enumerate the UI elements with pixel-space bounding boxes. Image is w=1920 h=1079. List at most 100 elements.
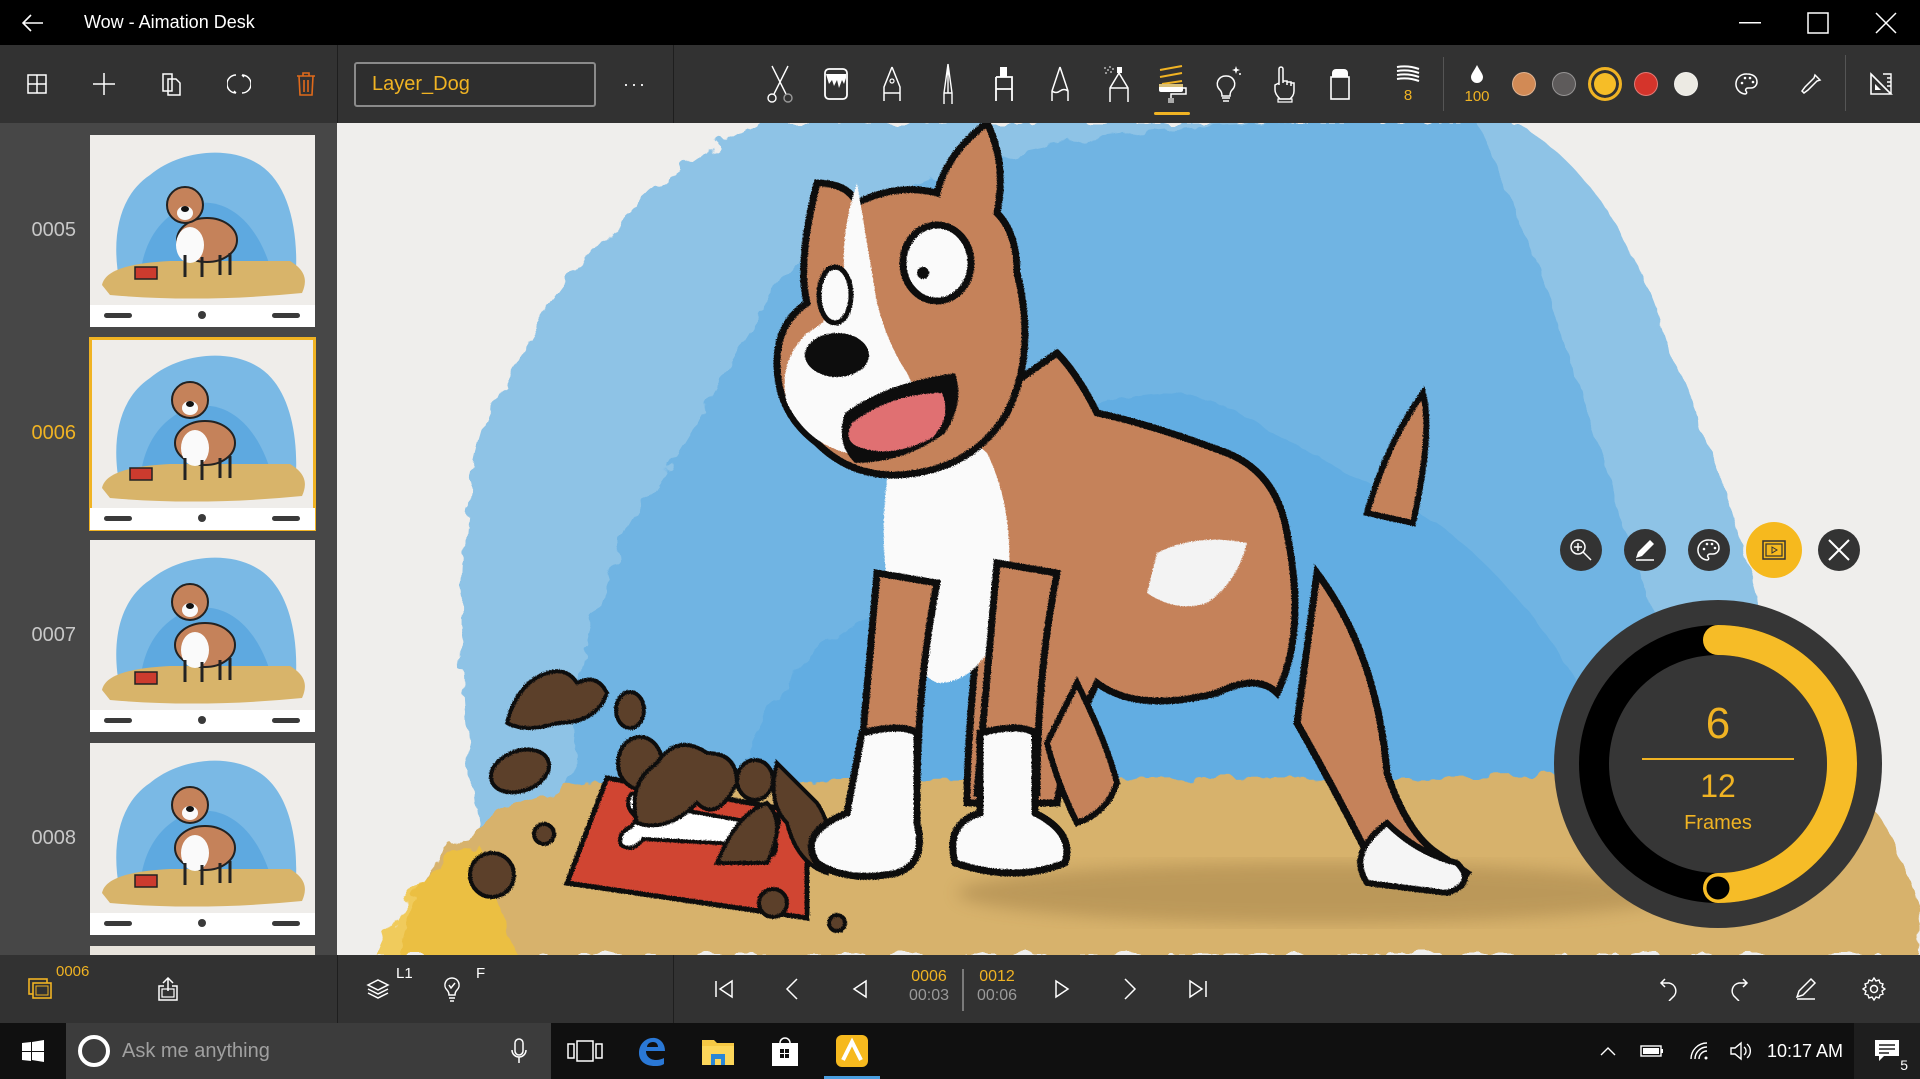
frame-number: 0007 [31, 624, 77, 646]
maximize-icon [1807, 11, 1829, 34]
redo-button[interactable] [1720, 955, 1756, 1023]
brush-size-value: 8 [1403, 86, 1413, 104]
store-button[interactable] [753, 1023, 817, 1079]
play-reverse-button[interactable] [842, 955, 878, 1023]
tool-paint-bucket[interactable] [808, 45, 864, 123]
close-icon [1875, 11, 1897, 34]
radial-pen-button[interactable] [1624, 529, 1666, 571]
frame-thumbnail[interactable] [90, 135, 315, 327]
layer-name-field[interactable]: Layer_Dog [354, 62, 596, 107]
frame-thumbnail[interactable] [89, 337, 316, 531]
frame-item[interactable]: 0006 [0, 337, 337, 531]
folder-icon [702, 1040, 734, 1065]
maximize-button[interactable] [1784, 0, 1852, 45]
ruler-button[interactable] [1853, 45, 1909, 123]
battery-indicator[interactable] [1632, 1023, 1672, 1079]
show-hidden-icons-button[interactable] [1592, 1023, 1624, 1079]
file-explorer-button[interactable] [686, 1023, 750, 1079]
eyedropper-button[interactable] [1783, 45, 1839, 123]
delete-frame-button[interactable] [276, 52, 337, 116]
add-frame-button[interactable] [73, 52, 134, 116]
more-options-button[interactable]: ··· [615, 62, 655, 107]
store-icon [772, 1037, 798, 1066]
last-frame-button[interactable] [1180, 955, 1216, 1023]
rotate-frame-button[interactable] [208, 52, 269, 116]
strip-dot [198, 716, 206, 724]
radial-palette-button[interactable] [1688, 529, 1730, 571]
color-swatch-gray[interactable] [1552, 72, 1576, 96]
strip-marker [272, 516, 300, 521]
frame-number: 0006 [31, 422, 77, 444]
frame-thumbnail-partial[interactable] [90, 946, 315, 955]
radial-zoom-button[interactable] [1560, 529, 1602, 571]
tool-pencil[interactable] [1032, 45, 1088, 123]
network-indicator[interactable] [1680, 1023, 1720, 1079]
brush-size-control[interactable]: 8 [1380, 45, 1436, 123]
strip-marker [272, 313, 300, 318]
tool-fine-pen[interactable] [920, 45, 976, 123]
strip-dot [198, 311, 206, 319]
layers-button[interactable] [360, 955, 396, 1023]
light-table-button[interactable] [434, 955, 470, 1023]
volume-indicator[interactable] [1722, 1023, 1762, 1079]
tool-marker[interactable] [976, 45, 1032, 123]
radial-frames-button[interactable] [1746, 522, 1802, 578]
previous-frame-button[interactable] [774, 955, 810, 1023]
start-button[interactable] [0, 1023, 66, 1079]
tool-eraser[interactable] [1312, 45, 1368, 123]
cortana-search[interactable]: Ask me anything [66, 1023, 551, 1079]
opacity-control[interactable]: 100 [1449, 45, 1505, 123]
frame-thumbnail[interactable] [90, 743, 315, 935]
close-button[interactable] [1852, 0, 1920, 45]
settings-button[interactable] [1856, 955, 1892, 1023]
frame-item[interactable]: 0005 [0, 135, 337, 327]
tool-ink-pen[interactable] [864, 45, 920, 123]
play-button[interactable] [1044, 955, 1080, 1023]
pen-icon [1636, 540, 1654, 561]
arrow-left-icon [22, 13, 43, 32]
notification-icon [1875, 1040, 1899, 1061]
next-frame-button[interactable] [1112, 955, 1148, 1023]
color-swatch-red[interactable] [1634, 72, 1658, 96]
tool-light-table[interactable] [1200, 45, 1256, 123]
minimize-button[interactable] [1716, 0, 1784, 45]
frame-item[interactable]: 0008 [0, 743, 337, 935]
color-swatch-orange[interactable] [1512, 72, 1536, 96]
current-frame-button[interactable] [20, 955, 60, 1023]
main-toolbar: Layer_Dog ··· 8 100 [0, 45, 1920, 123]
first-frame-button[interactable] [706, 955, 742, 1023]
eraser-icon [1330, 69, 1350, 100]
action-center-button[interactable]: 5 [1854, 1023, 1920, 1079]
export-button[interactable] [150, 955, 186, 1023]
frame-thumbnail[interactable] [90, 540, 315, 732]
color-swatch-white[interactable] [1674, 72, 1698, 96]
color-swatch-yellow[interactable] [1588, 67, 1622, 101]
tool-hand[interactable] [1256, 45, 1312, 123]
animation-desk-taskbar-button[interactable] [820, 1023, 884, 1079]
grid-view-button[interactable] [6, 52, 67, 116]
brush-size-icon [1396, 64, 1420, 82]
edge-browser-button[interactable] [619, 1023, 683, 1079]
toolbar-divider [673, 45, 674, 123]
radial-menu-buttons [1560, 522, 1882, 578]
palette-button[interactable] [1719, 45, 1775, 123]
task-view-icon [567, 1040, 603, 1062]
system-clock[interactable]: 10:17 AM [1762, 1023, 1848, 1079]
paint-bucket-icon [824, 68, 848, 100]
task-view-button[interactable] [553, 1023, 617, 1079]
duplicate-frame-button[interactable] [141, 52, 202, 116]
tool-airbrush[interactable] [1088, 45, 1144, 123]
undo-icon [1659, 978, 1677, 1001]
current-time: 00:03 [908, 987, 950, 1004]
undo-button[interactable] [1652, 955, 1688, 1023]
tool-scissors[interactable] [752, 45, 808, 123]
tool-paint-roller[interactable] [1144, 45, 1200, 123]
pen-settings-button[interactable] [1788, 955, 1824, 1023]
microphone-icon [511, 1038, 527, 1063]
radial-close-button[interactable] [1818, 529, 1860, 571]
search-placeholder: Ask me anything [122, 1039, 270, 1062]
thumbnail-artwork [102, 760, 305, 907]
pen-icon [1795, 977, 1817, 1000]
frame-item[interactable]: 0007 [0, 540, 337, 732]
back-button[interactable] [0, 0, 66, 45]
